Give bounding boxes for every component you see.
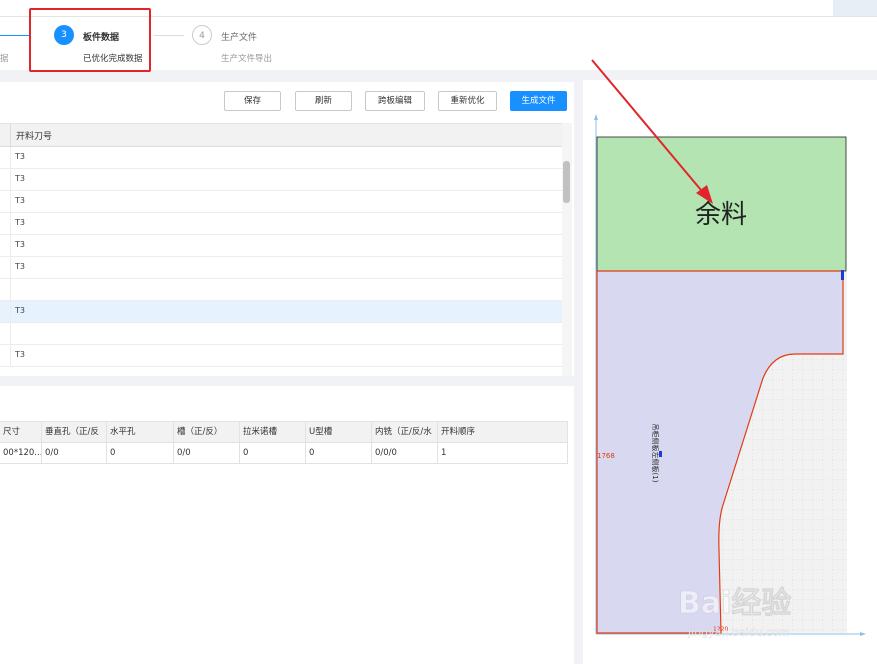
watermark-url: jingyan.baidu.com [687,626,790,639]
step-2-desc: 据 [0,54,9,64]
table-row[interactable]: T3 [0,169,562,191]
detail-cell: 0/0 [174,443,240,463]
table-row[interactable]: T3 [0,191,562,213]
step-connector-done [0,35,30,36]
step-4-circle[interactable]: 4 [192,25,212,45]
table-row[interactable]: 00*120... 0/0 0 0/0 0 0 0/0/0 1 [0,443,568,464]
cross-board-edit-button[interactable]: 跨板编辑 [365,91,425,111]
generate-file-button[interactable]: 生成文件 [510,91,567,111]
refresh-button[interactable]: 刷新 [295,91,352,111]
step-4-desc: 生产文件导出 [221,54,273,64]
table-header: 开料刀号 [0,123,562,147]
part-label: 吊柜侧板左侧板(1) [651,424,660,483]
table-row[interactable]: T3 [0,235,562,257]
detail-cell: 00*120... [0,443,42,463]
detail-cell: 0/0 [42,443,107,463]
detail-cell: 0 [306,443,372,463]
step-connector-pending [154,35,184,36]
step-4-title[interactable]: 生产文件 [221,30,257,43]
window-corner [833,0,877,16]
detail-cell: 0/0/0 [372,443,438,463]
watermark-logo: Bai经验 [678,586,791,621]
detail-panel: 尺寸 垂直孔（正/反 水平孔 槽（正/反） 拉米诺槽 U型槽 内铣（正/反/水 开料顺序 00… [0,386,574,664]
table-row[interactable] [0,323,562,345]
x-axis-arrow [860,632,866,636]
y-axis-arrow [594,114,598,120]
step-bar: 据 3 板件数据 已优化完成数据 4 生产文件 生产文件导出 [0,0,877,72]
annotation-highlight-box [29,8,151,72]
column-header-tool-number[interactable]: 开料刀号 [16,129,52,142]
part-label-marker [659,451,662,457]
cell-tool-number: T3 [15,240,25,249]
detail-column-header[interactable]: 开料顺序 [438,422,568,442]
detail-cell: 0 [240,443,306,463]
detail-cell: 1 [438,443,568,463]
cell-tool-number: T3 [15,350,25,359]
cell-tool-number: T3 [15,262,25,271]
save-button[interactable]: 保存 [224,91,281,111]
table-row[interactable]: T3 [0,257,562,279]
detail-column-header[interactable]: 内铣（正/反/水 [372,422,438,442]
detail-column-header[interactable]: U型槽 [306,422,372,442]
detail-column-header[interactable]: 垂直孔（正/反 [42,422,107,442]
cell-tool-number: T3 [15,196,25,205]
dimension-height-label: 1768 [597,452,615,460]
detail-table-header: 尺寸 垂直孔（正/反 水平孔 槽（正/反） 拉米诺槽 U型槽 内铣（正/反/水 开料顺序 [0,421,568,443]
detail-column-header[interactable]: 拉米诺槽 [240,422,306,442]
detail-column-header[interactable]: 尺寸 [0,422,42,442]
cell-tool-number: T3 [15,218,25,227]
table-row[interactable]: T3 [0,147,562,169]
detail-table: 尺寸 垂直孔（正/反 水平孔 槽（正/反） 拉米诺槽 U型槽 内铣（正/反/水 开料顺序 00… [0,421,568,464]
remnant-label: 余料 [695,200,747,230]
reoptimize-button[interactable]: 重新优化 [438,91,497,111]
layout-preview-panel: 余料 1768 1220 吊柜侧板左侧板(1) Bai经验 jingyan.ba… [583,80,877,664]
table-row[interactable] [0,279,562,301]
cell-tool-number: T3 [15,306,25,315]
board-grid-panel: 保存 刷新 跨板编辑 重新优化 生成文件 开料刀号 T3 T3 T3 T3 T3 T3 T3… [0,82,574,376]
table-row[interactable]: T3 [0,345,562,367]
part-label-group: 吊柜侧板左侧板(1) [651,424,660,483]
cutting-layout-canvas[interactable]: 余料 1768 1220 吊柜侧板左侧板(1) Bai经验 jingyan.ba… [583,80,877,664]
table-row[interactable]: T3 [0,301,562,323]
table-row[interactable]: T3 [0,213,562,235]
scrollbar-thumb[interactable] [563,161,570,203]
detail-column-header[interactable]: 槽（正/反） [174,422,240,442]
board-table: 开料刀号 T3 T3 T3 T3 T3 T3 T3 T3 [0,123,562,367]
detail-cell: 0 [107,443,174,463]
cell-tool-number: T3 [15,174,25,183]
part-edge-marker [841,270,844,280]
detail-column-header[interactable]: 水平孔 [107,422,174,442]
cell-tool-number: T3 [15,152,25,161]
